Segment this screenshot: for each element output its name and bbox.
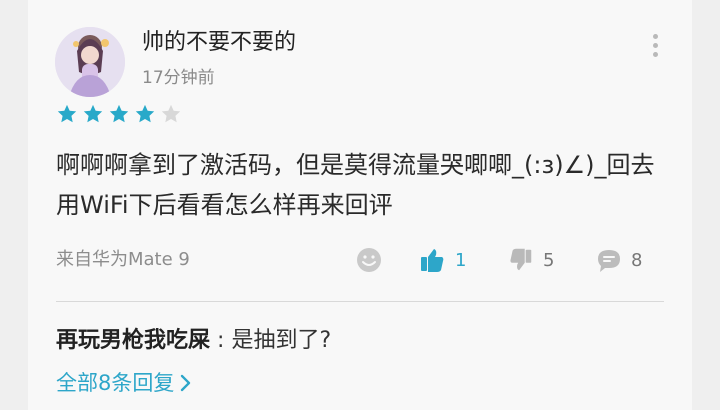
dislike-button[interactable]: 5 (507, 245, 554, 275)
reply-author[interactable]: 再玩男枪我吃屎 (56, 328, 210, 353)
reply-link-label: 全部8条回复 (56, 371, 175, 395)
star-filled-icon (57, 104, 77, 123)
reply-preview[interactable]: 再玩男枪我吃屎 : 是抽到了? (56, 326, 331, 356)
comment-text: 啊啊啊拿到了激活码，但是莫得流量哭唧唧_(:з)∠)_回去用WiFi下后看看怎么… (56, 151, 655, 219)
like-count: 1 (455, 249, 467, 271)
emoji-button[interactable] (355, 245, 383, 275)
comment-icon (598, 250, 620, 272)
thumbs-down-icon (510, 248, 532, 271)
comment-count: 8 (631, 249, 643, 271)
like-button[interactable]: 1 (417, 245, 466, 275)
dislike-count: 5 (543, 249, 555, 271)
chevron-right-icon (181, 374, 191, 392)
divider (56, 301, 664, 302)
reply-separator: : (217, 328, 225, 353)
review-card: 帅的不要不要的 17分钟前 啊啊啊拿到了激活码，但是莫得流量哭唧唧_(:з)∠)… (28, 0, 692, 410)
avatar-image (55, 27, 125, 97)
emoji-icon (357, 248, 381, 272)
thumbs-up-icon (421, 249, 444, 272)
avatar[interactable] (55, 27, 125, 97)
view-all-replies-link[interactable]: 全部8条回复 (56, 369, 194, 397)
reply-text: 是抽到了? (231, 328, 332, 353)
action-bar: 1 5 8 (355, 245, 655, 275)
star-empty-icon (161, 104, 181, 123)
star-filled-icon (135, 104, 155, 123)
star-filled-icon (109, 104, 129, 123)
star-filled-icon (83, 104, 103, 123)
comment-button[interactable]: 8 (595, 245, 642, 275)
username[interactable]: 帅的不要不要的 (142, 28, 296, 58)
timestamp: 17分钟前 (142, 68, 215, 88)
more-vertical-icon[interactable] (648, 34, 662, 62)
rating-stars (56, 103, 182, 125)
device-label: 来自华为Mate 9 (56, 249, 190, 270)
